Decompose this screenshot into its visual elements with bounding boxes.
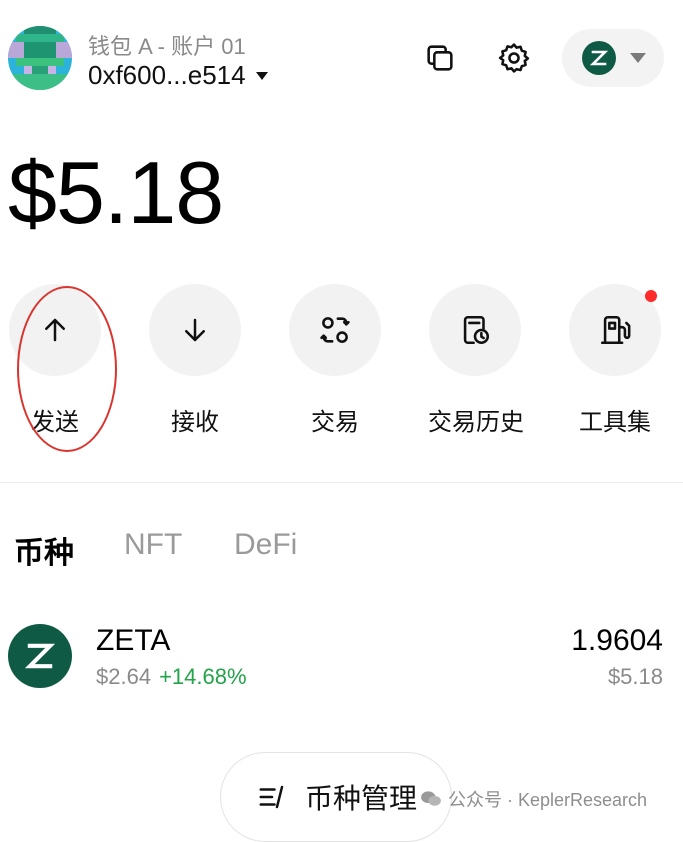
receive-label: 接收 [171, 409, 219, 436]
copy-button[interactable] [418, 36, 462, 80]
gear-icon [498, 43, 530, 73]
tools-button[interactable]: 工具集 [568, 284, 662, 437]
manage-tokens-button[interactable]: 币种管理 [220, 752, 452, 842]
zeta-logo-icon [582, 41, 616, 75]
token-symbol[interactable]: ZETA [96, 624, 170, 658]
tools-label: 工具集 [579, 409, 651, 436]
tab-defi[interactable]: DeFi [234, 528, 297, 562]
token-amount: 1.9604 [571, 624, 663, 657]
zeta-token-icon [8, 624, 72, 688]
history-label: 交易历史 [428, 409, 524, 436]
avatar[interactable] [8, 26, 72, 90]
token-price-row: $2.64 +14.68% [96, 664, 247, 690]
copy-icon [427, 45, 453, 71]
manage-tokens-label: 币种管理 [305, 783, 418, 814]
token-change: +14.68% [159, 664, 247, 689]
tab-tokens[interactable]: 币种 [14, 528, 74, 572]
swap-button[interactable]: 交易 [288, 284, 382, 437]
network-selector[interactable] [562, 29, 664, 87]
swap-icon [320, 317, 350, 343]
address-text: 0xf600...e514 [88, 60, 246, 90]
notification-dot [645, 290, 657, 302]
send-label: 发送 [31, 409, 79, 436]
send-button[interactable]: 发送 [8, 284, 102, 437]
caret-down-icon [255, 71, 268, 80]
chevron-down-icon [630, 53, 646, 63]
address-selector[interactable]: 0xf600...e514 [88, 60, 268, 91]
receive-button[interactable]: 接收 [148, 284, 242, 437]
history-icon [463, 315, 490, 345]
settings-button[interactable] [492, 36, 536, 80]
total-balance: $5.18 [8, 143, 224, 242]
token-price: $2.64 [96, 664, 152, 689]
tab-nft[interactable]: NFT [124, 528, 182, 562]
arrow-up-icon [45, 318, 65, 342]
fuel-icon [600, 315, 631, 345]
history-button[interactable]: 交易历史 [428, 284, 524, 437]
wechat-icon [421, 791, 441, 806]
watermark-text: 公众号 · KeplerResearch [448, 790, 648, 810]
token-value: $5.18 [607, 664, 663, 689]
swap-label: 交易 [311, 409, 359, 436]
list-edit-icon [259, 785, 284, 809]
watermark: 公众号 · KeplerResearch [420, 786, 647, 812]
divider [0, 482, 683, 483]
wallet-name: 钱包 A - 账户 01 [88, 34, 246, 59]
arrow-down-icon [185, 318, 205, 342]
